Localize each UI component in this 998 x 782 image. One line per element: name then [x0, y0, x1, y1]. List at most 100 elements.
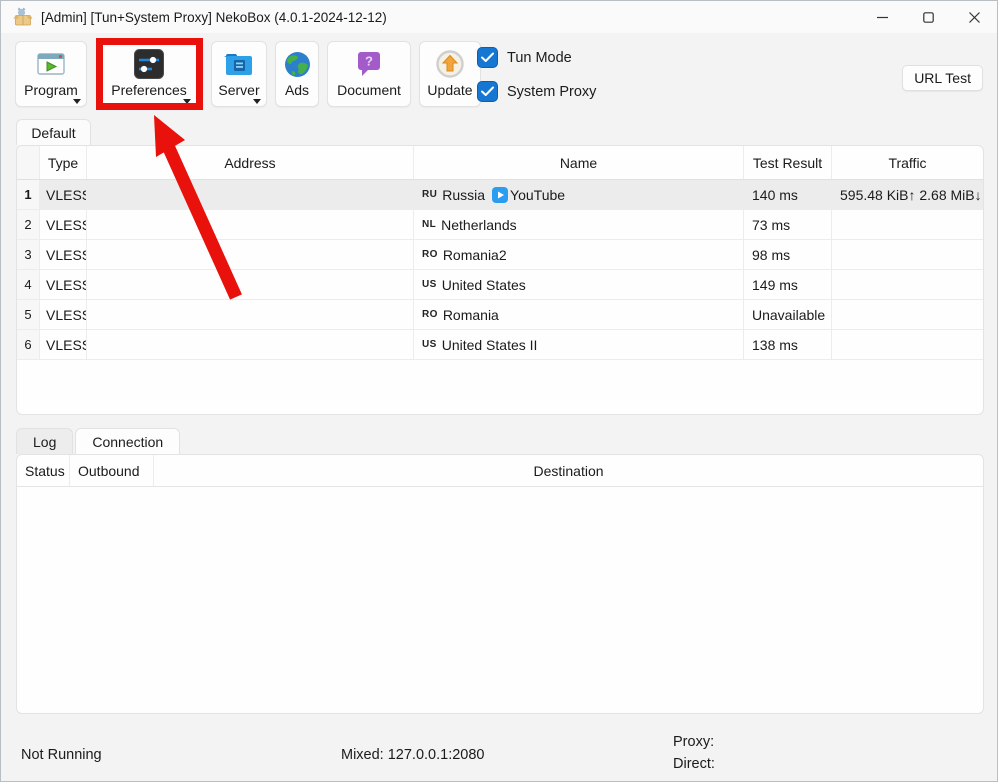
row-test-result: Unavailable [744, 300, 832, 329]
server-name: Romania [443, 307, 499, 323]
row-type: VLESS [40, 210, 87, 239]
globe-icon [284, 48, 311, 80]
server-name: United States II [442, 337, 538, 353]
row-name: RO Romania2 [414, 240, 744, 269]
flag-ro: RO [422, 249, 438, 260]
program-button-label: Program [24, 83, 78, 98]
document-button[interactable]: ? Document [327, 41, 411, 107]
header-address: Address [87, 146, 414, 179]
row-number: 4 [17, 270, 40, 299]
bottom-tabs: Log Connection [16, 428, 180, 454]
row-address [87, 210, 414, 239]
flag-ro: RO [422, 309, 438, 320]
row-traffic [832, 240, 983, 269]
server-table-header: Type Address Name Test Result Traffic [17, 146, 983, 180]
update-arrow-icon [436, 48, 464, 80]
server-dropdown-caret-icon [253, 99, 261, 104]
mixed-port-text: Mixed: 127.0.0.1:2080 [341, 747, 485, 763]
row-address [87, 330, 414, 359]
nekobox-cat-icon [13, 7, 33, 27]
row-test-result: 98 ms [744, 240, 832, 269]
minimize-button[interactable] [859, 1, 905, 33]
tun-mode-toggle[interactable]: Tun Mode [477, 47, 596, 68]
server-table: Type Address Name Test Result Traffic 1 … [16, 145, 984, 415]
flag-nl: NL [422, 219, 436, 230]
toolbar-toggles: Tun Mode System Proxy [477, 47, 596, 102]
sliders-icon [134, 48, 164, 80]
row-type: VLESS [40, 270, 87, 299]
system-proxy-checkbox-icon [477, 81, 498, 102]
youtube-icon [492, 187, 508, 203]
traffic-labels: Proxy: Direct: [673, 731, 715, 775]
run-status-text: Not Running [21, 747, 102, 763]
row-address [87, 270, 414, 299]
status-bar: Not Running Mixed: 127.0.0.1:2080 Proxy:… [1, 721, 997, 781]
update-button-label: Update [427, 83, 472, 98]
flag-us: US [422, 339, 437, 350]
server-button[interactable]: Server [211, 41, 267, 107]
window-title: [Admin] [Tun+System Proxy] NekoBox (4.0.… [41, 10, 387, 25]
row-number: 3 [17, 240, 40, 269]
minimize-icon [877, 12, 888, 23]
server-name: Russia [442, 187, 485, 203]
program-button[interactable]: Program [15, 41, 87, 107]
row-type: VLESS [40, 330, 87, 359]
url-test-button[interactable]: URL Test [902, 65, 983, 91]
header-type: Type [40, 146, 87, 179]
row-number: 6 [17, 330, 40, 359]
row-test-result: 140 ms [744, 180, 832, 209]
ads-button-label: Ads [285, 83, 309, 98]
system-proxy-label: System Proxy [507, 84, 596, 100]
header-destination: Destination [154, 455, 983, 486]
row-test-result: 73 ms [744, 210, 832, 239]
tab-log[interactable]: Log [16, 428, 73, 454]
connection-table: Status Outbound Destination [16, 454, 984, 714]
flag-us: US [422, 279, 437, 290]
server-row-united-states[interactable]: 4 VLESS US United States 149 ms [17, 270, 983, 300]
row-traffic: 595.48 KiB↑ 2.68 MiB↓ [832, 180, 983, 209]
help-bubble-icon: ? [356, 48, 382, 80]
tab-connection[interactable]: Connection [75, 428, 180, 454]
tun-mode-checkbox-icon [477, 47, 498, 68]
server-row-romania[interactable]: 5 VLESS RO Romania Unavailable [17, 300, 983, 330]
server-row-russia-youtube[interactable]: 1 VLESS RU Russia YouTube 140 ms 595.48 … [17, 180, 983, 210]
server-name: Romania2 [443, 247, 507, 263]
program-dropdown-caret-icon [73, 99, 81, 104]
program-window-icon [36, 48, 66, 80]
row-name: RU Russia YouTube [414, 180, 744, 209]
server-row-romania2[interactable]: 3 VLESS RO Romania2 98 ms [17, 240, 983, 270]
server-row-united-states-ii[interactable]: 6 VLESS US United States II 138 ms [17, 330, 983, 360]
row-traffic [832, 270, 983, 299]
row-traffic [832, 330, 983, 359]
flag-ru: RU [422, 189, 437, 200]
row-number: 5 [17, 300, 40, 329]
row-name: US United States [414, 270, 744, 299]
update-button[interactable]: Update [419, 41, 481, 107]
server-button-label: Server [218, 83, 259, 98]
ads-button[interactable]: Ads [275, 41, 319, 107]
preferences-dropdown-caret-icon [183, 99, 191, 104]
row-name: RO Romania [414, 300, 744, 329]
direct-label: Direct: [673, 756, 715, 772]
title-bar: [Admin] [Tun+System Proxy] NekoBox (4.0.… [1, 1, 997, 33]
server-row-netherlands[interactable]: 2 VLESS NL Netherlands 73 ms [17, 210, 983, 240]
row-test-result: 149 ms [744, 270, 832, 299]
preferences-button[interactable]: Preferences [101, 41, 197, 107]
tun-mode-label: Tun Mode [507, 50, 572, 66]
maximize-button[interactable] [905, 1, 951, 33]
header-rownum [17, 146, 40, 179]
close-button[interactable] [951, 1, 997, 33]
header-test-result: Test Result [744, 146, 832, 179]
row-address [87, 240, 414, 269]
header-status: Status [17, 455, 70, 486]
system-proxy-toggle[interactable]: System Proxy [477, 81, 596, 102]
svg-text:?: ? [365, 54, 373, 69]
server-name: Netherlands [441, 217, 517, 233]
document-button-label: Document [337, 83, 401, 98]
row-address [87, 300, 414, 329]
row-number: 1 [17, 180, 40, 209]
group-tab-default[interactable]: Default [16, 119, 91, 145]
row-traffic [832, 210, 983, 239]
youtube-label: YouTube [510, 187, 565, 203]
proxy-label: Proxy: [673, 734, 714, 750]
